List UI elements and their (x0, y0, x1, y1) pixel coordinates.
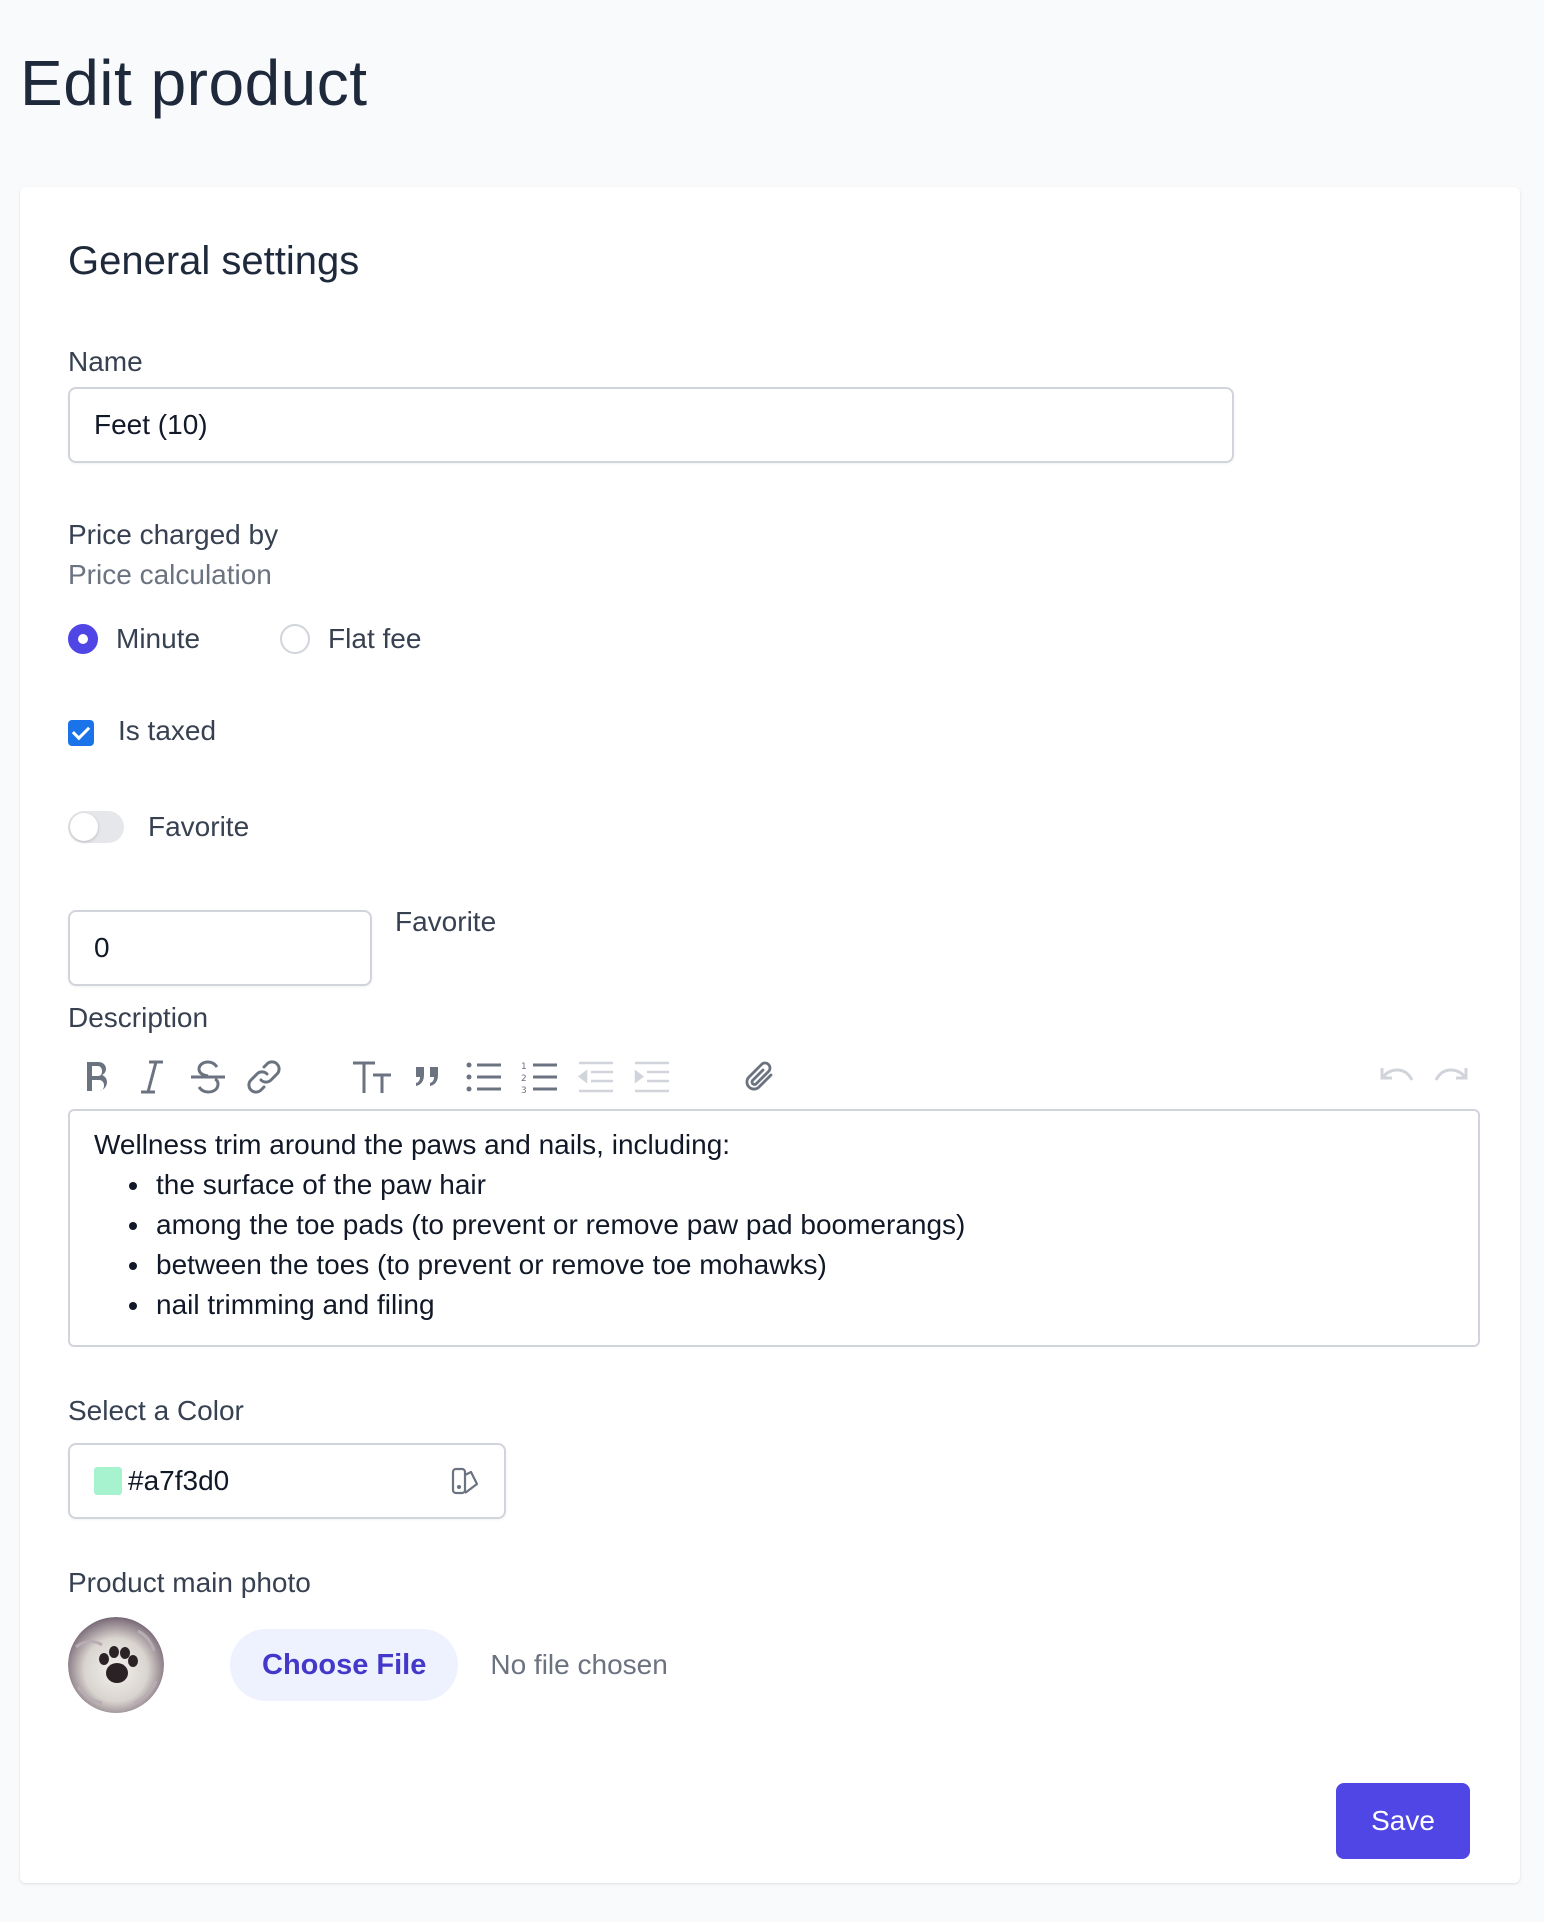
strikethrough-icon[interactable] (180, 1049, 236, 1105)
radio-minute[interactable]: Minute (68, 623, 200, 655)
favorite-toggle-knob (70, 813, 98, 841)
price-radio-group: Minute Flat fee (68, 623, 421, 655)
bold-icon[interactable] (68, 1049, 124, 1105)
svg-text:2: 2 (521, 1074, 527, 1084)
decrease-indent-icon[interactable] (568, 1049, 624, 1105)
favorite-number-input[interactable] (68, 910, 372, 986)
increase-indent-icon[interactable] (624, 1049, 680, 1105)
color-input[interactable]: #a7f3d0 (68, 1443, 506, 1519)
link-icon[interactable] (236, 1049, 292, 1105)
heading-icon[interactable] (344, 1049, 400, 1105)
italic-icon[interactable] (124, 1049, 180, 1105)
editor-toolbar: 1 2 3 (68, 1049, 1480, 1105)
choose-file-button[interactable]: Choose File (230, 1629, 459, 1701)
description-list: the surface of the paw hair among the to… (94, 1165, 1454, 1325)
description-intro: Wellness trim around the paws and nails,… (94, 1129, 731, 1160)
list-item: nail trimming and filing (152, 1285, 1454, 1325)
radio-flat-fee-label: Flat fee (328, 623, 422, 654)
save-button[interactable]: Save (1336, 1783, 1470, 1859)
color-swatch (94, 1467, 122, 1495)
product-photo-thumbnail (68, 1617, 164, 1713)
file-status: No file chosen (490, 1649, 668, 1680)
section-title: General settings (68, 239, 360, 283)
product-photo-label: Product main photo (68, 1567, 311, 1598)
quote-icon[interactable] (400, 1049, 456, 1105)
name-label: Name (68, 346, 143, 377)
is-taxed-label: Is taxed (118, 715, 217, 746)
favorite-toggle[interactable] (68, 811, 124, 843)
color-picker-icon[interactable] (450, 1466, 480, 1496)
general-settings-card: General settings Name Price charged by P… (20, 187, 1520, 1883)
radio-minute-dot[interactable] (68, 624, 98, 654)
price-calculation-hint: Price calculation (68, 559, 272, 590)
description-editor[interactable]: Wellness trim around the paws and nails,… (68, 1109, 1480, 1347)
list-item: the surface of the paw hair (152, 1165, 1454, 1205)
description-label: Description (68, 1002, 209, 1033)
favorite-number-label: Favorite (395, 906, 497, 937)
radio-flat-fee[interactable]: Flat fee (280, 623, 421, 655)
attach-icon[interactable] (732, 1049, 788, 1105)
radio-flat-fee-dot[interactable] (280, 624, 311, 654)
list-item: between the toes (to prevent or remove t… (152, 1245, 1454, 1285)
price-charged-by-label: Price charged by (68, 519, 279, 550)
bullet-list-icon[interactable] (456, 1049, 512, 1105)
favorite-toggle-label: Favorite (148, 811, 250, 842)
list-item: among the toe pads (to prevent or remove… (152, 1205, 1454, 1245)
redo-icon[interactable] (1424, 1049, 1480, 1105)
undo-icon[interactable] (1368, 1049, 1424, 1105)
name-input[interactable] (68, 387, 1234, 463)
radio-minute-label: Minute (116, 623, 201, 654)
photo-row: Choose File No file chosen (68, 1617, 668, 1713)
svg-text:3: 3 (521, 1086, 527, 1094)
numbered-list-icon[interactable]: 1 2 3 (512, 1049, 568, 1105)
page-title: Edit product (20, 47, 368, 119)
is-taxed-checkbox[interactable] (68, 720, 94, 746)
color-value: #a7f3d0 (128, 1465, 230, 1496)
svg-text:1: 1 (521, 1062, 527, 1072)
favorite-toggle-row: Favorite (68, 811, 249, 843)
is-taxed-row: Is taxed (68, 715, 216, 747)
select-color-label: Select a Color (68, 1395, 244, 1426)
